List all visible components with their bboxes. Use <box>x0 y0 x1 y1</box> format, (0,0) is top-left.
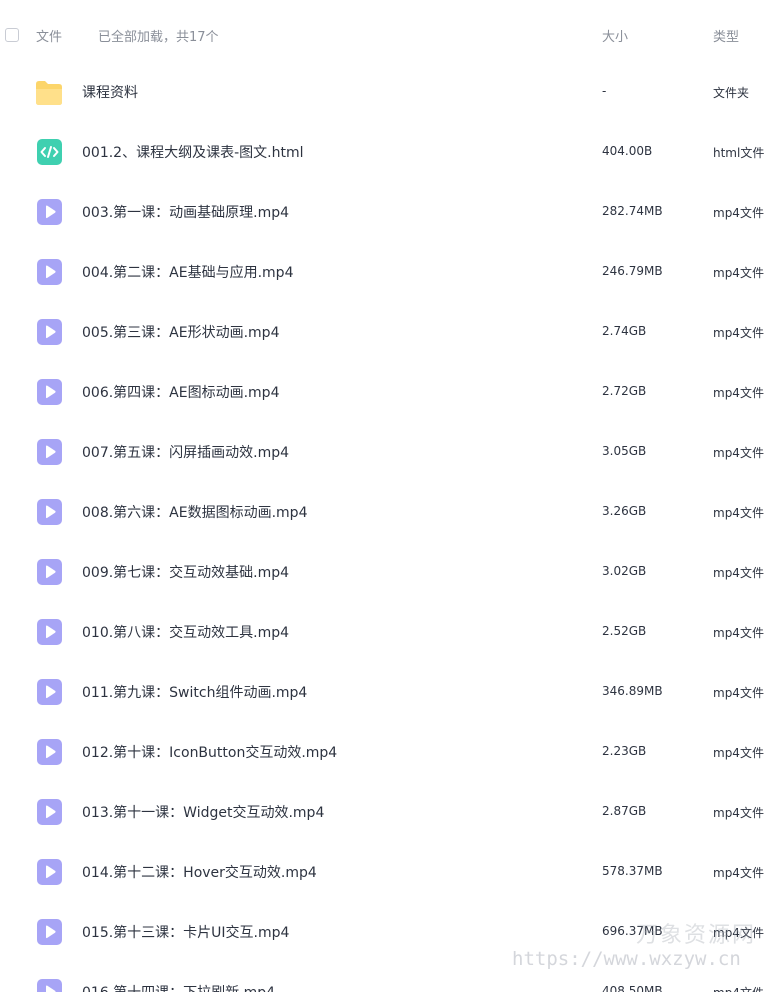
file-row[interactable]: 007.第五课：闪屏插画动效.mp4 3.05GB mp4文件 <box>0 422 783 482</box>
file-row[interactable]: 009.第七课：交互动效基础.mp4 3.02GB mp4文件 <box>0 542 783 602</box>
file-name[interactable]: 015.第十三课：卡片UI交互.mp4 <box>82 922 289 942</box>
file-row[interactable]: 013.第十一课：Widget交互动效.mp4 2.87GB mp4文件 <box>0 782 783 842</box>
file-name[interactable]: 016.第十四课：下拉刷新.mp4 <box>82 982 275 992</box>
file-row[interactable]: 011.第九课：Switch组件动画.mp4 346.89MB mp4文件 <box>0 662 783 722</box>
file-size: 2.87GB <box>602 804 647 818</box>
file-row[interactable]: 014.第十二课：Hover交互动效.mp4 578.37MB mp4文件 <box>0 842 783 902</box>
column-header-size[interactable]: 大小 <box>602 26 628 45</box>
file-size: 2.72GB <box>602 384 647 398</box>
file-row[interactable]: 010.第八课：交互动效工具.mp4 2.52GB mp4文件 <box>0 602 783 662</box>
file-size: 2.52GB <box>602 624 647 638</box>
file-size: 408.50MB <box>602 984 663 992</box>
file-row[interactable]: 001.2、课程大纲及课表-图文.html 404.00B html文件 <box>0 122 783 182</box>
video-file-icon <box>36 438 63 466</box>
file-name[interactable]: 课程资料 <box>82 82 138 102</box>
file-row[interactable]: 003.第一课：动画基础原理.mp4 282.74MB mp4文件 <box>0 182 783 242</box>
file-list: 课程资料 - 文件夹 001.2、课程大纲及课表-图文.html 404.00B html… <box>0 62 783 992</box>
file-name[interactable]: 007.第五课：闪屏插画动效.mp4 <box>82 442 289 462</box>
file-size: 2.74GB <box>602 324 647 338</box>
file-type: mp4文件 <box>713 566 764 580</box>
video-file-icon <box>36 798 63 826</box>
file-type: html文件 <box>713 146 765 160</box>
video-file-icon <box>36 558 63 586</box>
file-type: mp4文件 <box>713 206 764 220</box>
file-type: 文件夹 <box>713 86 750 100</box>
file-row[interactable]: 012.第十课：IconButton交互动效.mp4 2.23GB mp4文件 <box>0 722 783 782</box>
file-type: mp4文件 <box>713 984 764 992</box>
load-status-text: 已全部加载，共17个 <box>98 30 219 45</box>
file-row[interactable]: 005.第三课：AE形状动画.mp4 2.74GB mp4文件 <box>0 302 783 362</box>
file-type: mp4文件 <box>713 446 764 460</box>
file-name[interactable]: 001.2、课程大纲及课表-图文.html <box>82 142 303 162</box>
file-name[interactable]: 012.第十课：IconButton交互动效.mp4 <box>82 742 337 762</box>
file-row[interactable]: 课程资料 - 文件夹 <box>0 62 783 122</box>
file-type: mp4文件 <box>713 866 764 880</box>
file-type: mp4文件 <box>713 326 764 340</box>
file-size: 246.79MB <box>602 264 663 278</box>
file-type: mp4文件 <box>713 266 764 280</box>
file-type: mp4文件 <box>713 506 764 520</box>
file-list-page: 文件 已全部加载，共17个 大小 类型 课程资料 - 文件夹 001.2、课程大纲及课… <box>0 0 783 992</box>
file-size: 2.23GB <box>602 744 647 758</box>
file-name[interactable]: 003.第一课：动画基础原理.mp4 <box>82 202 289 222</box>
file-size: - <box>602 84 607 98</box>
file-size: 282.74MB <box>602 204 663 218</box>
file-size: 404.00B <box>602 144 653 158</box>
file-type: mp4文件 <box>713 746 764 760</box>
video-file-icon <box>36 258 63 286</box>
folder-icon <box>34 78 62 106</box>
file-size: 578.37MB <box>602 864 663 878</box>
file-name[interactable]: 009.第七课：交互动效基础.mp4 <box>82 562 289 582</box>
file-row[interactable]: 006.第四课：AE图标动画.mp4 2.72GB mp4文件 <box>0 362 783 422</box>
video-file-icon <box>36 618 63 646</box>
file-row[interactable]: 008.第六课：AE数据图标动画.mp4 3.26GB mp4文件 <box>0 482 783 542</box>
file-name[interactable]: 004.第二课：AE基础与应用.mp4 <box>82 262 293 282</box>
file-type: mp4文件 <box>713 386 764 400</box>
file-name[interactable]: 010.第八课：交互动效工具.mp4 <box>82 622 289 642</box>
video-file-icon <box>36 918 63 946</box>
list-header: 文件 已全部加载，共17个 大小 类型 <box>0 0 783 70</box>
video-file-icon <box>36 738 63 766</box>
file-name[interactable]: 006.第四课：AE图标动画.mp4 <box>82 382 279 402</box>
video-file-icon <box>36 378 63 406</box>
video-file-icon <box>36 858 63 886</box>
video-file-icon <box>36 318 63 346</box>
html-file-icon <box>36 138 63 166</box>
file-size: 3.05GB <box>602 444 647 458</box>
file-type: mp4文件 <box>713 806 764 820</box>
video-file-icon <box>36 198 63 226</box>
file-row[interactable]: 004.第二课：AE基础与应用.mp4 246.79MB mp4文件 <box>0 242 783 302</box>
file-name[interactable]: 008.第六课：AE数据图标动画.mp4 <box>82 502 307 522</box>
video-file-icon <box>36 498 63 526</box>
video-file-icon <box>36 678 63 706</box>
file-type: mp4文件 <box>713 626 764 640</box>
file-size: 346.89MB <box>602 684 663 698</box>
select-all-checkbox[interactable] <box>5 28 19 42</box>
column-header-type[interactable]: 类型 <box>713 26 739 45</box>
file-name[interactable]: 013.第十一课：Widget交互动效.mp4 <box>82 802 324 822</box>
file-type: mp4文件 <box>713 686 764 700</box>
file-name[interactable]: 005.第三课：AE形状动画.mp4 <box>82 322 279 342</box>
video-file-icon <box>36 978 63 992</box>
file-name[interactable]: 011.第九课：Switch组件动画.mp4 <box>82 682 307 702</box>
file-size: 3.26GB <box>602 504 647 518</box>
watermark-url: https://www.wxzyw.cn <box>512 948 741 970</box>
column-header-file[interactable]: 文件 <box>36 26 62 45</box>
watermark-name: 万象资源网 <box>636 923 757 948</box>
file-name[interactable]: 014.第十二课：Hover交互动效.mp4 <box>82 862 317 882</box>
file-size: 3.02GB <box>602 564 647 578</box>
